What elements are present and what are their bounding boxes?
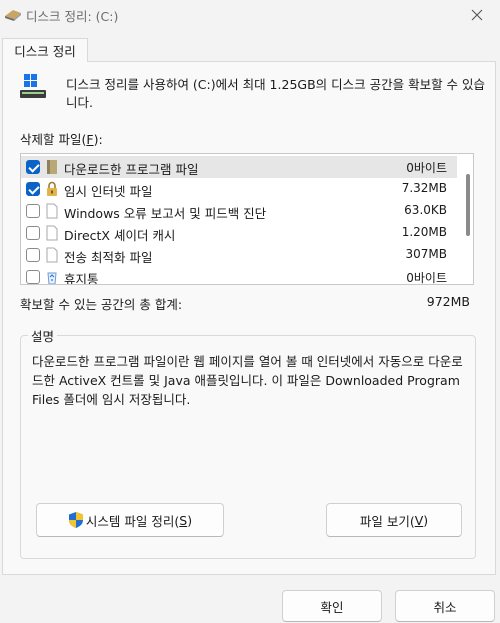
list-item-downloaded-program-files[interactable]: 다운로드한 프로그램 파일 0바이트 (21, 156, 457, 178)
cleanup-system-files-button[interactable]: 시스템 파일 정리(S) (36, 503, 224, 537)
description-text: 다운로드한 프로그램 파일이란 웹 페이지를 열어 볼 때 인터넷에서 자동으로… (32, 354, 463, 407)
total-space-label: 확보할 수 있는 공간의 총 합계: (20, 297, 183, 312)
item-size: 7.32MB (401, 181, 447, 195)
drive-icon (20, 74, 46, 98)
shield-icon (68, 512, 83, 528)
item-size: 0바이트 (406, 271, 447, 285)
ok-button[interactable]: 확인 (282, 590, 382, 622)
tab-disk-cleanup[interactable]: 디스크 정리 (2, 38, 88, 62)
file-icon (46, 225, 58, 241)
checkbox[interactable] (26, 160, 40, 174)
files-listbox[interactable]: 다운로드한 프로그램 파일 0바이트 임시 인터넷 파일 7.32MB Wind… (20, 153, 474, 285)
list-item-delivery-optimization-files[interactable]: 전송 최적화 파일 307MB (21, 244, 457, 266)
item-name: 전송 최적화 파일 (64, 250, 153, 265)
scrollbar-thumb[interactable] (466, 174, 470, 236)
list-item-recycle-bin[interactable]: 휴지통 0바이트 (21, 266, 457, 285)
total-space-value: 972MB (426, 294, 470, 309)
item-name: DirectX 셰이더 캐시 (64, 228, 176, 243)
item-name: 휴지통 (64, 272, 99, 285)
recycle-bin-icon (47, 272, 57, 284)
view-files-button[interactable]: 파일 보기(V) (326, 503, 462, 537)
window-title: 디스크 정리: (C:) (26, 9, 119, 24)
files-to-delete-label: 삭제할 파일(F): (20, 132, 103, 147)
item-size: 0바이트 (406, 161, 447, 175)
checkbox[interactable] (26, 270, 40, 284)
title-bar: 디스크 정리: (C:) (0, 0, 500, 30)
checkbox[interactable] (26, 248, 40, 262)
list-scrollbar[interactable] (466, 160, 470, 280)
item-name: 다운로드한 프로그램 파일 (64, 162, 199, 177)
close-icon (471, 9, 483, 21)
checkbox[interactable] (26, 204, 40, 218)
close-button[interactable] (454, 0, 500, 30)
list-item-windows-error-reports[interactable]: Windows 오류 보고서 및 피드백 진단 63.0KB (21, 200, 457, 222)
item-size: 63.0KB (404, 203, 447, 217)
item-size: 1.20MB (401, 225, 447, 239)
item-name: 임시 인터넷 파일 (64, 184, 153, 199)
disk-cleanup-icon (5, 10, 21, 21)
checkbox[interactable] (26, 182, 40, 196)
intro-text: 디스크 정리를 사용하여 (C:)에서 최대 1.25GB의 디스크 공간을 확… (66, 77, 486, 110)
item-name: Windows 오류 보고서 및 피드백 진단 (64, 206, 267, 221)
item-size: 307MB (405, 247, 448, 261)
checkbox[interactable] (26, 226, 40, 240)
list-item-directx-shader-cache[interactable]: DirectX 셰이더 캐시 1.20MB (21, 222, 457, 244)
folder-icon (47, 160, 57, 174)
list-item-temp-internet-files[interactable]: 임시 인터넷 파일 7.32MB (21, 178, 457, 200)
description-title: 설명 (28, 326, 58, 345)
file-icon (46, 203, 58, 219)
lock-icon (47, 181, 57, 196)
cancel-button[interactable]: 취소 (395, 590, 495, 622)
file-icon (46, 247, 58, 263)
